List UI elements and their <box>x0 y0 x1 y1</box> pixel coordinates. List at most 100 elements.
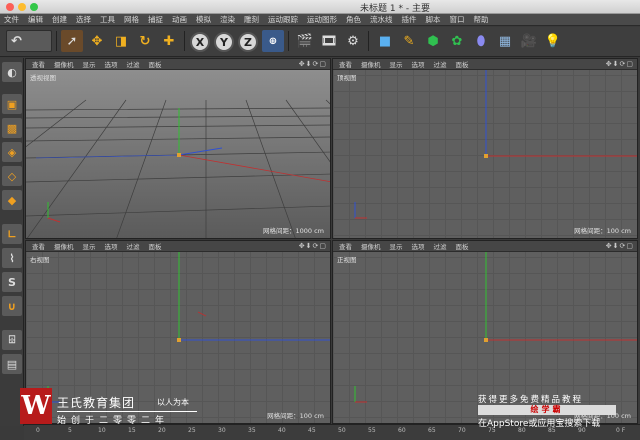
y-axis-lock-button[interactable]: Y <box>214 32 234 52</box>
menu-tools[interactable]: 工具 <box>100 14 115 25</box>
menu-render[interactable]: 渲染 <box>220 14 235 25</box>
menu-edit[interactable]: 编辑 <box>28 14 43 25</box>
points-mode-icon[interactable]: ◈ <box>2 142 22 162</box>
menu-motion-tracking[interactable]: 运动跟踪 <box>268 14 298 25</box>
render-picture-icon[interactable]: 🎞 <box>318 30 340 52</box>
viewport-nav-icons[interactable]: ✥⬇⟳▢ <box>606 60 634 68</box>
viewport-menu-display[interactable]: 显示 <box>83 59 96 69</box>
viewport-menu-view[interactable]: 查看 <box>339 59 352 69</box>
subdivision-icon[interactable]: ⬢ <box>422 30 444 52</box>
main-toolbar: ↶ ➚ ✥ ◨ ↻ ✚ X Y Z ⊕ 🎬 🎞 ⚙ ■ ✎ ⬢ ✿ ⬮ ▦ 🎥 … <box>0 27 640 57</box>
viewport-menu-panel[interactable]: 面板 <box>456 241 469 251</box>
timeline-tick: 65 <box>428 427 436 434</box>
viewport-menu-options[interactable]: 选项 <box>105 59 118 69</box>
watermark-tagline: 以人为本 <box>157 398 189 407</box>
light-icon[interactable]: 💡 <box>542 30 564 52</box>
world-coord-icon[interactable]: ⊕ <box>262 30 284 52</box>
viewport-menu: 查看 摄像机 显示 选项 过滤 面板 ✥⬇⟳▢ <box>26 59 330 70</box>
viewport-nav-icons[interactable]: ✥⬇⟳▢ <box>299 60 327 68</box>
viewport-menu-view[interactable]: 查看 <box>32 241 45 251</box>
move-icon[interactable]: ✥ <box>86 30 108 52</box>
menu-snap[interactable]: 捕捉 <box>148 14 163 25</box>
render-view-icon[interactable]: 🎬 <box>294 30 316 52</box>
viewport-menu-cameras[interactable]: 摄像机 <box>361 59 381 69</box>
viewport-perspective[interactable]: 查看 摄像机 显示 选项 过滤 面板 ✥⬇⟳▢ 透视视图 网格间距：1000 c… <box>25 58 331 239</box>
viewport-menu-options[interactable]: 选项 <box>412 241 425 251</box>
menu-simulate[interactable]: 模拟 <box>196 14 211 25</box>
tweak-mode-icon[interactable]: ⌇ <box>2 248 22 268</box>
viewport-nav-icons[interactable]: ✥⬇⟳▢ <box>606 242 634 250</box>
viewport-menu-panel[interactable]: 面板 <box>149 59 162 69</box>
timeline-tick: 60 <box>398 427 406 434</box>
viewport-menu-filter[interactable]: 过滤 <box>127 59 140 69</box>
viewport-menu-options[interactable]: 选项 <box>105 241 118 251</box>
menu-select[interactable]: 选择 <box>76 14 91 25</box>
top-scene <box>354 70 637 219</box>
edges-mode-icon[interactable]: ◇ <box>2 166 22 186</box>
undo-button[interactable]: ↶ <box>6 30 52 52</box>
grid-spacing-label: 网格间距：100 cm <box>267 412 324 420</box>
axis-mode-icon[interactable]: ∟ <box>2 224 22 244</box>
viewport-menu-panel[interactable]: 面板 <box>456 59 469 69</box>
undo-icon: ↶ <box>11 33 22 49</box>
viewport-menu-display[interactable]: 显示 <box>390 241 403 251</box>
z-axis-lock-button[interactable]: Z <box>238 32 258 52</box>
timeline-tick: 50 <box>338 427 346 434</box>
mograph-icon[interactable]: ✿ <box>446 30 468 52</box>
grid-icon[interactable]: ▤ <box>2 354 22 374</box>
viewport-menu-cameras[interactable]: 摄像机 <box>54 59 74 69</box>
viewport-menu: 查看 摄像机 显示 选项 过滤 面板 ✥⬇⟳▢ <box>333 59 637 70</box>
cube-icon[interactable]: ■ <box>374 30 396 52</box>
viewport-menu-filter[interactable]: 过滤 <box>434 241 447 251</box>
menu-plugins[interactable]: 插件 <box>402 14 417 25</box>
menu-mograph[interactable]: 运动图形 <box>307 14 337 25</box>
menu-character[interactable]: 角色 <box>346 14 361 25</box>
model-mode-icon[interactable]: ◐ <box>2 62 22 82</box>
timeline-tick: 25 <box>188 427 196 434</box>
snap-icon[interactable]: S <box>2 272 22 292</box>
workplane-icon[interactable]: ▩ <box>2 118 22 138</box>
menu-create[interactable]: 创建 <box>52 14 67 25</box>
timeline-tick: 15 <box>128 427 136 434</box>
menu-help[interactable]: 帮助 <box>474 14 489 25</box>
viewport-menu-filter[interactable]: 过滤 <box>434 59 447 69</box>
x-axis-lock-button[interactable]: X <box>190 32 210 52</box>
viewport-top[interactable]: 查看 摄像机 显示 选项 过滤 面板 ✥⬇⟳▢ 顶视图 网格间距：100 cm <box>332 58 638 239</box>
deformer-icon[interactable]: ⬮ <box>470 30 492 52</box>
magnet-icon[interactable]: ∪ <box>2 296 22 316</box>
menu-file[interactable]: 文件 <box>4 14 19 25</box>
toolbar-separator <box>56 31 57 51</box>
viewport-menu-filter[interactable]: 过滤 <box>127 241 140 251</box>
menu-pipeline[interactable]: 流水线 <box>370 14 393 25</box>
viewport-menu-display[interactable]: 显示 <box>83 241 96 251</box>
lock-workplane-icon[interactable]: ⌹ <box>2 330 22 350</box>
viewport-nav-icons[interactable]: ✥⬇⟳▢ <box>299 242 327 250</box>
watermark-logo: W <box>20 388 52 424</box>
menu-animate[interactable]: 动画 <box>172 14 187 25</box>
select-arrow-icon[interactable]: ➚ <box>61 30 83 52</box>
toolbar-separator <box>368 31 369 51</box>
viewport-menu-cameras[interactable]: 摄像机 <box>54 241 74 251</box>
viewport-menu-view[interactable]: 查看 <box>339 241 352 251</box>
floor-icon[interactable]: ▦ <box>494 30 516 52</box>
render-settings-icon[interactable]: ⚙ <box>342 30 364 52</box>
viewport-menu-display[interactable]: 显示 <box>390 59 403 69</box>
timeline-tick: 30 <box>218 427 226 434</box>
viewport-menu-view[interactable]: 查看 <box>32 59 45 69</box>
viewport-menu-options[interactable]: 选项 <box>412 59 425 69</box>
add-icon[interactable]: ✚ <box>158 30 180 52</box>
polygons-mode-icon[interactable]: ◆ <box>2 190 22 210</box>
texture-mode-icon[interactable]: ▣ <box>2 94 22 114</box>
menu-window[interactable]: 窗口 <box>450 14 465 25</box>
current-frame-label: 0 F <box>616 427 626 434</box>
rotate-icon[interactable]: ↻ <box>134 30 156 52</box>
camera-icon[interactable]: 🎥 <box>518 30 540 52</box>
viewport-name: 正视图 <box>337 256 357 264</box>
menu-script[interactable]: 脚本 <box>426 14 441 25</box>
menu-mesh[interactable]: 网格 <box>124 14 139 25</box>
viewport-menu-cameras[interactable]: 摄像机 <box>361 241 381 251</box>
viewport-menu-panel[interactable]: 面板 <box>149 241 162 251</box>
menu-sculpt[interactable]: 雕刻 <box>244 14 259 25</box>
pen-icon[interactable]: ✎ <box>398 30 420 52</box>
scale-icon[interactable]: ◨ <box>110 30 132 52</box>
